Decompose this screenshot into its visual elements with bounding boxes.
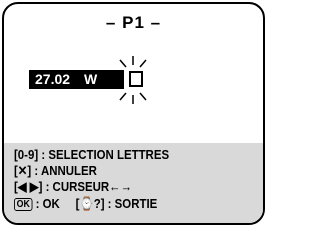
menu-screen: – P1 – 27.02 W [0-9] : SELECTION LETTRES… bbox=[2, 2, 265, 225]
help-select-letters: [0-9] : SELECTION LETTRES bbox=[14, 147, 170, 162]
help-exit-label: [⌚?] : SORTIE bbox=[75, 196, 158, 211]
ok-key-icon: OK bbox=[14, 198, 33, 211]
help-ok-exit: OK : OK [⌚?] : SORTIE bbox=[14, 196, 157, 212]
entry-letter: W bbox=[84, 71, 98, 87]
blink-highlight-icon bbox=[119, 56, 147, 104]
help-ok-label: : OK bbox=[32, 196, 60, 211]
page-title: – P1 – bbox=[105, 13, 162, 32]
help-cursor: [◀ ▶] : CURSEUR←→ bbox=[14, 179, 133, 194]
help-cancel: [✕] : ANNULER bbox=[14, 163, 97, 178]
entry-date: 27.02 bbox=[35, 71, 71, 87]
help-panel: [0-9] : SELECTION LETTRES [✕] : ANNULER … bbox=[4, 143, 263, 223]
